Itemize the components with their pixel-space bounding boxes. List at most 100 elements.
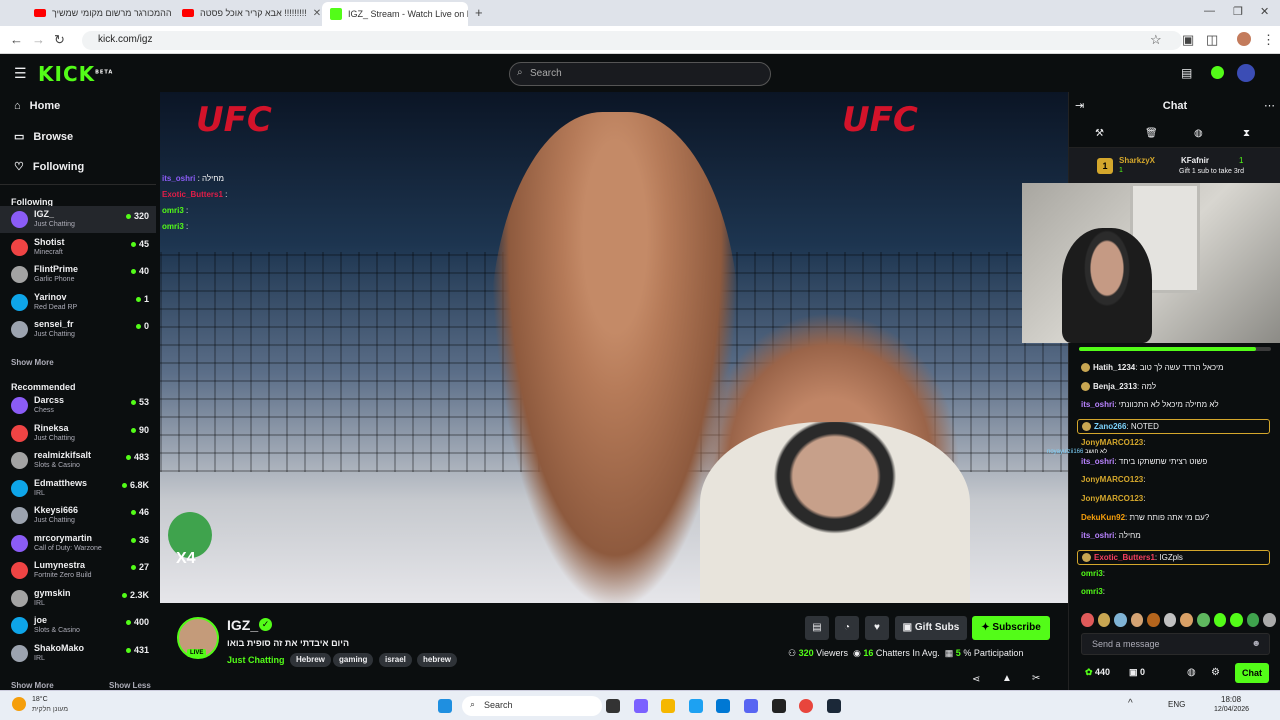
channel-item[interactable]: sensei_fr Just Chatting 0: [0, 316, 156, 343]
channel-item[interactable]: IGZ_ Just Chatting 320: [0, 206, 156, 233]
steam-icon[interactable]: [827, 699, 841, 713]
report-icon[interactable]: ▲: [1002, 673, 1012, 684]
timer-icon[interactable]: ⧗: [1243, 128, 1250, 139]
emote-icon[interactable]: [1147, 613, 1160, 627]
store-icon[interactable]: [716, 699, 730, 713]
chat-message[interactable]: Exotic_Butters1: IGZpls: [1077, 550, 1270, 566]
chat-username[interactable]: Zano266: [1094, 422, 1126, 431]
emote-icon[interactable]: [1097, 613, 1111, 627]
profile-avatar[interactable]: [1237, 32, 1251, 46]
channel-item[interactable]: mrcorymartin Call of Duty: Warzone 36: [0, 530, 156, 557]
chat-message[interactable]: its_oshri: פשוט רציתי שתשתקו ביחד: [1081, 457, 1277, 466]
follow-heart-icon[interactable]: ♥: [865, 616, 889, 640]
video-player[interactable]: UFC UFC X4 its_oshri : מחילה Exotic_Butte…: [160, 92, 1068, 603]
chat-message[interactable]: JonyMARCO123:: [1081, 438, 1277, 447]
chat-message[interactable]: omri3:: [1081, 569, 1277, 578]
show-more-recommended-button[interactable]: Show More: [11, 681, 54, 690]
tag[interactable]: israel: [379, 653, 412, 667]
channel-item[interactable]: ShakoMako IRL 431: [0, 640, 156, 667]
task-view-icon[interactable]: [606, 699, 620, 713]
extension-icon[interactable]: ▣: [1182, 32, 1194, 48]
windows-start-icon[interactable]: [438, 699, 452, 713]
chat-username[interactable]: omri3: [1081, 569, 1103, 578]
reload-icon[interactable]: ↻: [54, 32, 65, 48]
chat-username[interactable]: its_oshri: [1081, 400, 1114, 409]
emote-icon[interactable]: [1163, 613, 1177, 627]
browser-tab-3[interactable]: IGZ_ Stream - Watch Live on Ki ✕: [322, 2, 468, 26]
search-input[interactable]: ⌕ Search: [509, 62, 771, 86]
channel-item[interactable]: realmizkifsalt Slots & Casino 483: [0, 447, 156, 474]
emote-icon[interactable]: [1180, 613, 1194, 627]
tag[interactable]: hebrew: [417, 653, 458, 667]
chat-username[interactable]: omri3: [1081, 587, 1103, 596]
channel-item[interactable]: Rineksa Just Chatting 90: [0, 420, 156, 447]
count-display[interactable]: ▣ 0: [1129, 667, 1145, 678]
minimize-icon[interactable]: —: [1204, 5, 1215, 17]
channel-item[interactable]: Kkeysi666 Just Chatting 46: [0, 502, 156, 529]
streamer-name[interactable]: IGZ_: [227, 617, 258, 633]
chat-username[interactable]: JonyMARCO123: [1081, 438, 1143, 447]
browser-tab-2[interactable]: אבא קריר אוכל פסטה !!!!!!!!! ✕: [174, 2, 320, 24]
tag[interactable]: Hebrew: [290, 653, 331, 667]
chat-message[interactable]: JonyMARCO123:: [1081, 494, 1277, 503]
subscribe-button[interactable]: ✦ Subscribe: [972, 616, 1050, 640]
obs-icon[interactable]: [772, 699, 786, 713]
chat-bubble-icon[interactable]: ◍: [1187, 667, 1196, 678]
chat-message[interactable]: Hatih_1234: מיכאל הרדד עשה לך טוב: [1081, 363, 1277, 373]
chat-message[interactable]: its_oshri: מחילה: [1081, 531, 1277, 540]
close-icon[interactable]: ✕: [313, 8, 320, 19]
tray-chevron-icon[interactable]: ^: [1128, 698, 1133, 709]
maximize-icon[interactable]: ❐: [1233, 5, 1243, 18]
taskbar-search[interactable]: ⌕ Search: [462, 696, 602, 716]
channel-item[interactable]: Darcss Chess 53: [0, 392, 156, 419]
edge-icon[interactable]: [689, 699, 703, 713]
chat-username[interactable]: JonyMARCO123: [1081, 494, 1143, 503]
kick-logo[interactable]: KICKBETA: [38, 62, 113, 86]
chrome-icon[interactable]: [799, 699, 813, 713]
trash-icon[interactable]: 🗑: [1145, 128, 1158, 139]
channel-item[interactable]: FlintPrime Garlic Phone 40: [0, 261, 156, 288]
settings-gear-icon[interactable]: ⚙: [1211, 667, 1220, 678]
chat-options-icon[interactable]: ⋯: [1264, 99, 1275, 112]
gift-subs-button[interactable]: ▣ Gift Subs: [895, 616, 967, 640]
sidebar-item-following[interactable]: ♡ Following: [14, 160, 84, 174]
emote-icon[interactable]: [1114, 613, 1127, 627]
emote-icon[interactable]: [1197, 613, 1210, 627]
theatre-mode-icon[interactable]: ▤: [805, 616, 829, 640]
hamburger-menu-icon[interactable]: ☰: [14, 65, 27, 82]
chat-message[interactable]: DekuKun92: עם מי אתה פותח שרת?: [1081, 513, 1277, 522]
sidebar-item-home[interactable]: ⌂ Home: [14, 100, 60, 112]
bookmark-star-icon[interactable]: ☆: [1150, 32, 1162, 48]
channel-item[interactable]: joe Slots & Casino 400: [0, 612, 156, 639]
chat-username[interactable]: Exotic_Butters1: [1094, 553, 1155, 562]
chat-bubble-icon[interactable]: ◍: [1194, 128, 1203, 139]
emote-icon[interactable]: [1230, 613, 1243, 627]
chat-message[interactable]: Zano266: NOTED: [1077, 419, 1270, 435]
channel-item[interactable]: Yarinov Red Dead RP 1: [0, 289, 156, 316]
channel-item[interactable]: Edmatthews IRL 6.8K: [0, 475, 156, 502]
tag[interactable]: gaming: [333, 653, 374, 667]
clock-date[interactable]: 12/04/2026: [1214, 706, 1249, 713]
emote-icon[interactable]: [1130, 613, 1144, 627]
inbox-icon[interactable]: ▤: [1181, 66, 1192, 80]
emote-icon[interactable]: [1213, 613, 1227, 627]
points-display[interactable]: ✿ 440: [1085, 667, 1110, 678]
chat-username[interactable]: Benja_2313: [1093, 382, 1137, 391]
channel-item[interactable]: Lumynestra Fortnite Zero Build 27: [0, 557, 156, 584]
kick-coins-icon[interactable]: [1211, 66, 1224, 79]
share-icon[interactable]: ⋖: [972, 674, 980, 685]
browser-menu-icon[interactable]: ⋮: [1262, 32, 1275, 48]
chat-username[interactable]: DekuKun92: [1081, 513, 1125, 522]
chat-message[interactable]: its_oshri: לא מחילה מיכאל לא התכוונתי: [1081, 400, 1277, 409]
browser-tab-1[interactable]: ההמכורגר מרשום מקומי שמשיך ✕: [26, 2, 172, 24]
chat-username[interactable]: its_oshri: [1081, 457, 1114, 466]
notification-bell-icon[interactable]: ◔: [835, 616, 859, 640]
chat-message[interactable]: omri3:: [1081, 587, 1277, 596]
window-close-icon[interactable]: ✕: [1260, 5, 1269, 18]
back-icon[interactable]: ←: [10, 32, 23, 47]
forward-icon[interactable]: →: [32, 32, 45, 47]
hammer-icon[interactable]: ⚒: [1095, 128, 1104, 139]
emote-icon[interactable]: [1263, 613, 1276, 627]
chat-message[interactable]: JonyMARCO123:: [1081, 475, 1277, 484]
show-less-button[interactable]: Show Less: [109, 681, 151, 690]
